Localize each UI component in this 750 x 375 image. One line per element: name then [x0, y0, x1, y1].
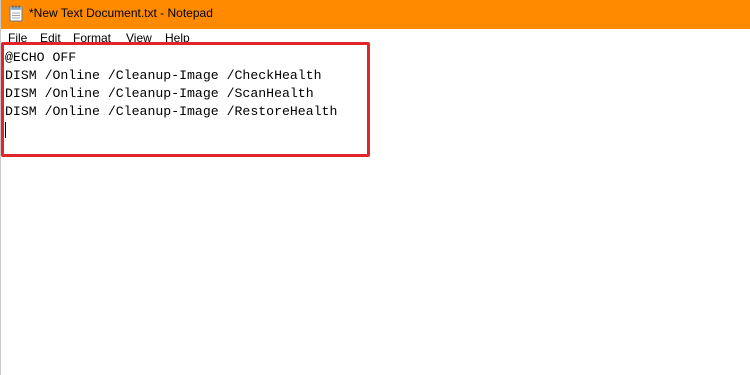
text-editor-area[interactable]: @ECHO OFF DISM /Online /Cleanup-Image /C…: [1, 47, 750, 375]
notepad-icon: [9, 5, 23, 22]
notepad-window: *New Text Document.txt - Notepad File Ed…: [0, 0, 750, 375]
window-title: *New Text Document.txt - Notepad: [29, 6, 213, 20]
code-line: @ECHO OFF: [5, 50, 77, 65]
menu-view[interactable]: View: [126, 31, 152, 45]
menu-bar: File Edit Format View Help: [1, 29, 750, 47]
code-line: DISM /Online /Cleanup-Image /RestoreHeal…: [5, 104, 338, 119]
menu-format[interactable]: Format: [73, 31, 111, 45]
menu-edit[interactable]: Edit: [40, 31, 61, 45]
menu-help[interactable]: Help: [165, 31, 190, 45]
code-line: DISM /Online /Cleanup-Image /CheckHealth: [5, 68, 322, 83]
menu-file[interactable]: File: [8, 31, 27, 45]
text-caret: [5, 122, 6, 138]
code-line: DISM /Online /Cleanup-Image /ScanHealth: [5, 86, 314, 101]
title-bar[interactable]: *New Text Document.txt - Notepad: [1, 0, 750, 29]
